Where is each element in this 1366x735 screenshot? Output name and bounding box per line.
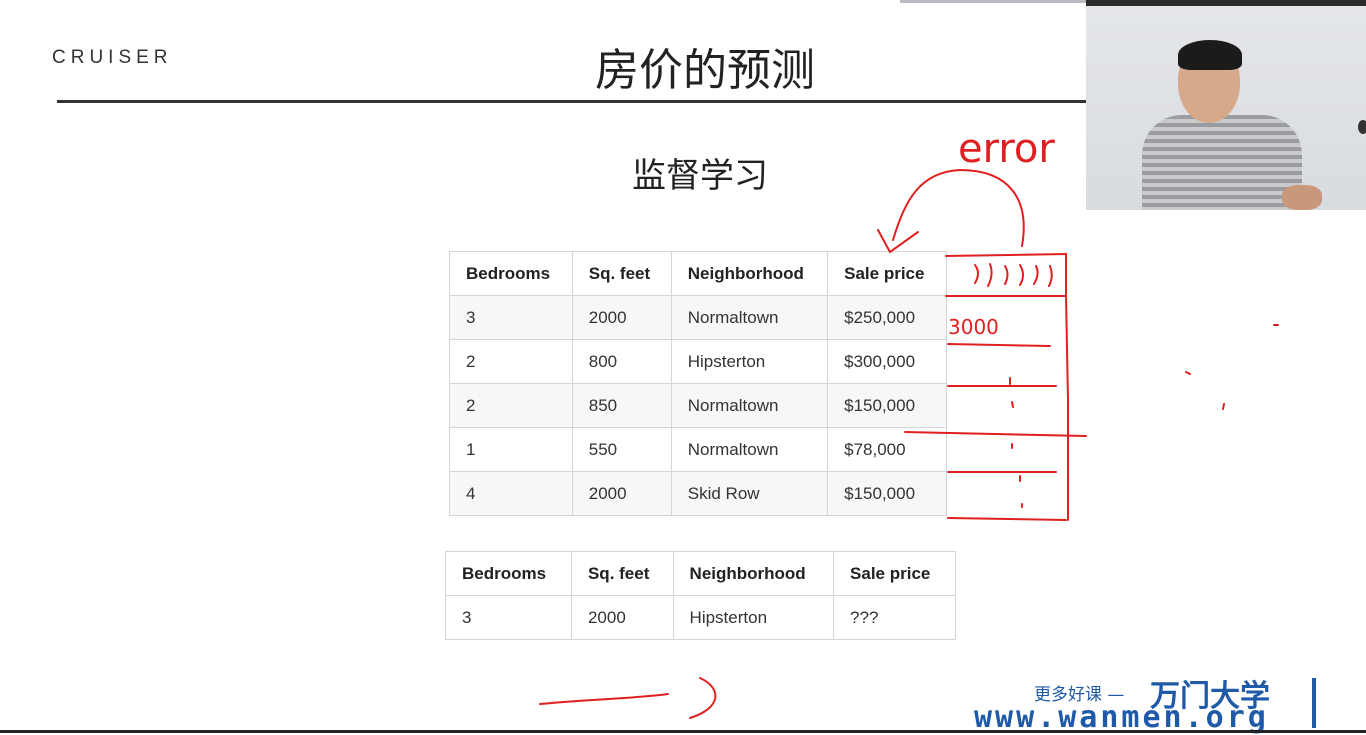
table-row: 3 2000 Hipsterton ??? [445, 595, 956, 640]
presenter-webcam [1086, 0, 1366, 210]
column-header-sqfeet: Sq. feet [570, 551, 674, 596]
watermark-bar [1312, 678, 1316, 728]
slide-title: 房价的预测 [595, 45, 815, 96]
table-cell: Normaltown [670, 383, 829, 428]
query-data-table: Bedrooms Sq. feet Neighborhood Sale pric… [445, 551, 956, 640]
annotation-tick [1009, 377, 1023, 508]
annotation-tick [1185, 324, 1279, 410]
table-cell: 2000 [570, 595, 674, 640]
error-arrowhead [877, 229, 919, 254]
column-header-neighborhood: Neighborhood [672, 551, 835, 596]
presenter-hand [1282, 185, 1322, 210]
column-header-neighborhood: Neighborhood [670, 251, 829, 296]
column-header-bedrooms: Bedrooms [445, 551, 572, 596]
column-header-sqfeet: Sq. feet [571, 251, 672, 296]
presenter-hair [1178, 40, 1242, 70]
bottom-bracket [689, 677, 717, 719]
error-arrow [892, 168, 1025, 247]
table-cell: Skid Row [670, 471, 829, 516]
handwritten-value: 3000 [948, 315, 999, 339]
table-row: 2 850 Normaltown $150,000 [449, 383, 947, 428]
prediction-box [945, 252, 1067, 297]
annotation-row-line [947, 517, 1067, 521]
table-cell: 3 [445, 595, 572, 640]
error-annotation: error [958, 126, 1055, 172]
annotation-row-line [947, 343, 1051, 347]
column-header-sale-price: Sale price [827, 251, 947, 296]
table-row: 4 2000 Skid Row $150,000 [449, 471, 947, 516]
table-cell: 2 [449, 339, 573, 384]
prediction-scribble [974, 263, 1053, 287]
table-cell: Normaltown [670, 427, 829, 472]
bottom-stroke [539, 693, 669, 705]
table-cell: Hipsterton [670, 339, 829, 384]
cruiser-logo: CRUISER [52, 47, 173, 68]
table-cell: ??? [833, 595, 956, 640]
table-row: 1 550 Normaltown $78,000 [449, 427, 947, 472]
table-row: 3 2000 Normaltown $250,000 [449, 295, 947, 340]
annotation-right-border [1065, 295, 1069, 521]
table-cell: $78,000 [827, 427, 947, 472]
table-cell: 2000 [571, 295, 672, 340]
slide-subtitle: 监督学习 [632, 156, 768, 196]
column-header-sale-price: Sale price [833, 551, 956, 596]
table-cell: 850 [571, 383, 672, 428]
webcam-top-bar [1086, 0, 1366, 6]
table-cell: $150,000 [827, 383, 947, 428]
table-row: 2 800 Hipsterton $300,000 [449, 339, 947, 384]
table-cell: 800 [571, 339, 672, 384]
table-cell: $250,000 [827, 295, 947, 340]
table-cell: 1 [449, 427, 573, 472]
presenter-shirt [1142, 115, 1302, 210]
training-data-table: Bedrooms Sq. feet Neighborhood Sale pric… [449, 251, 947, 516]
table-header-row: Bedrooms Sq. feet Neighborhood Sale pric… [449, 251, 947, 296]
title-divider [57, 100, 1087, 103]
table-cell: $300,000 [827, 339, 947, 384]
edge-marker [1358, 120, 1366, 134]
table-header-row: Bedrooms Sq. feet Neighborhood Sale pric… [445, 551, 956, 596]
table-cell: 2 [449, 383, 573, 428]
table-cell: Hipsterton [672, 595, 835, 640]
table-cell: Normaltown [670, 295, 829, 340]
table-cell: $150,000 [827, 471, 947, 516]
column-header-bedrooms: Bedrooms [449, 251, 573, 296]
table-cell: 4 [449, 471, 573, 516]
table-cell: 2000 [571, 471, 672, 516]
table-cell: 3 [449, 295, 573, 340]
table-cell: 550 [571, 427, 672, 472]
